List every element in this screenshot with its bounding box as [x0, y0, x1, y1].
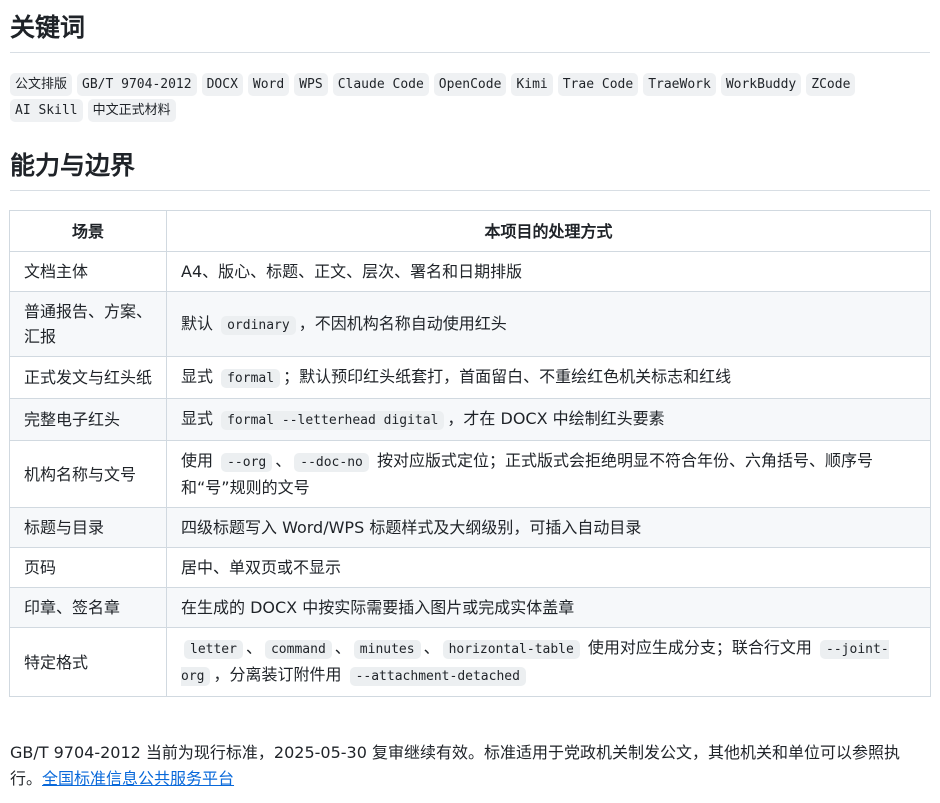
- inline-code: ordinary: [221, 315, 296, 335]
- inline-code: letter: [184, 640, 243, 659]
- scene-cell: 正式发文与红头纸: [9, 356, 167, 399]
- cell-text: 显式: [181, 409, 219, 428]
- keyword-tag: Kimi: [511, 73, 553, 96]
- table-row: 正式发文与红头纸 显式 formal ；默认预印红头纸套打，首面留白、不重绘红色机关…: [9, 356, 931, 399]
- header-handling: 本项目的处理方式: [166, 210, 931, 252]
- cell-text: 默认: [181, 313, 219, 333]
- footer-note: GB/T 9704-2012 当前为现行标准，2025-05-30 复审继续有效…: [10, 740, 930, 792]
- handling-cell: 显式 formal ；默认预印红头纸套打，首面留白、不重绘红色机关标志和红线: [166, 356, 931, 399]
- inline-code: horizontal-table: [442, 640, 580, 659]
- handling-cell: A4、版心、标题、正文、层次、署名和日期排版: [166, 251, 931, 292]
- keyword-tag: Word: [247, 73, 290, 96]
- keyword-tag: ZCode: [806, 73, 856, 96]
- header-scene: 场景: [9, 210, 167, 252]
- scene-cell: 完整电子红头: [9, 398, 167, 441]
- cell-text: 、: [275, 451, 292, 470]
- cell-text: 四级标题写入 Word/WPS 标题样式及大纲级别，可插入自动目录: [181, 518, 642, 537]
- table-body: 文档主体 A4、版心、标题、正文、层次、署名和日期排版 普通报告、方案、汇报 默认 o…: [9, 251, 931, 697]
- scene-cell: 特定格式: [9, 627, 167, 697]
- keyword-tag: 公文排版: [10, 73, 73, 96]
- table-row: 文档主体 A4、版心、标题、正文、层次、署名和日期排版: [9, 251, 931, 292]
- cell-text: ，分离装订附件用: [213, 665, 347, 684]
- cell-text: A4、版心、标题、正文、层次、署名和日期排版: [181, 262, 523, 281]
- handling-cell: 居中、单双页或不显示: [166, 547, 931, 588]
- keyword-tag: 中文正式材料: [87, 99, 176, 122]
- inline-code: formal: [221, 369, 281, 388]
- inline-code: formal --letterhead digital: [221, 411, 445, 430]
- handling-cell: 在生成的 DOCX 中按实际需要插入图片或完成实体盖章: [166, 587, 931, 628]
- cell-text: 、: [334, 638, 351, 657]
- table-row: 完整电子红头 显式 formal --letterhead digital ，才在 …: [9, 398, 931, 441]
- table-row: 机构名称与文号 使用 --org、 --doc-no 按对应版式定位；正式版式会拒绝…: [9, 440, 931, 508]
- scene-cell: 页码: [9, 547, 167, 588]
- cell-text: 使用对应生成分支；联合行文用: [582, 638, 818, 657]
- keyword-tag: DOCX: [201, 73, 243, 96]
- scene-cell: 标题与目录: [9, 507, 167, 548]
- keyword-tag: Trae Code: [557, 73, 639, 96]
- scene-cell: 普通报告、方案、汇报: [9, 291, 167, 357]
- cell-text: 居中、单双页或不显示: [181, 558, 342, 577]
- inline-code: --doc-no: [294, 453, 369, 472]
- cell-text: ，不因机构名称自动使用红头: [298, 313, 507, 333]
- handling-cell: 使用 --org、 --doc-no 按对应版式定位；正式版式会拒绝明显不符合年份…: [166, 440, 931, 508]
- cell-text: 、: [423, 638, 440, 657]
- inline-code: --attachment-detached: [349, 667, 526, 686]
- cell-text: 、: [245, 638, 262, 657]
- keyword-tag: WPS: [294, 73, 328, 96]
- table-row: 印章、签名章 在生成的 DOCX 中按实际需要插入图片或完成实体盖章: [9, 587, 931, 628]
- standard-platform-link[interactable]: 全国标准信息公共服务平台: [42, 769, 234, 788]
- cell-text: ；默认预印红头纸套打，首面留白、不重绘红色机关标志和红线: [283, 367, 732, 386]
- cell-text: 在生成的 DOCX 中按实际需要插入图片或完成实体盖章: [181, 598, 575, 617]
- scene-cell: 印章、签名章: [9, 587, 167, 628]
- keyword-tag: GB/T 9704-2012: [77, 73, 197, 96]
- keyword-tag: TraeWork: [643, 73, 716, 96]
- inline-code: minutes: [353, 640, 421, 659]
- keyword-tag: Claude Code: [332, 73, 429, 96]
- keyword-tag: AI Skill: [10, 99, 83, 122]
- table-header-row: 场景 本项目的处理方式: [9, 210, 931, 252]
- keyword-list: 公文排版 GB/T 9704-2012 DOCX Word WPS Claude Code…: [10, 73, 930, 122]
- cell-text: 使用: [181, 451, 219, 470]
- scene-cell: 文档主体: [9, 251, 167, 292]
- keyword-tag: OpenCode: [433, 73, 507, 96]
- keywords-heading: 关键词: [10, 12, 930, 53]
- handling-cell: letter、 command、 minutes、 horizontal-table …: [166, 627, 931, 697]
- cell-text: 显式: [181, 367, 219, 386]
- capability-heading: 能力与边界: [10, 150, 930, 191]
- handling-cell: 四级标题写入 Word/WPS 标题样式及大纲级别，可插入自动目录: [166, 507, 931, 548]
- handling-cell: 显式 formal --letterhead digital ，才在 DOCX 中…: [166, 398, 931, 441]
- table-row: 标题与目录 四级标题写入 Word/WPS 标题样式及大纲级别，可插入自动目录: [9, 507, 931, 548]
- table-row: 特定格式 letter、 command、 minutes、 horizontal-ta…: [9, 627, 931, 697]
- scene-cell: 机构名称与文号: [9, 440, 167, 508]
- table-row: 页码 居中、单双页或不显示: [9, 547, 931, 588]
- capability-table: 场景 本项目的处理方式 文档主体 A4、版心、标题、正文、层次、署名和日期排版 普通…: [9, 210, 931, 697]
- inline-code: command: [264, 640, 332, 659]
- cell-text: ，才在 DOCX 中绘制红头要素: [447, 409, 665, 428]
- inline-code: --org: [221, 453, 273, 472]
- keyword-tag: WorkBuddy: [720, 73, 802, 96]
- handling-cell: 默认 ordinary ，不因机构名称自动使用红头: [166, 291, 931, 357]
- table-row: 普通报告、方案、汇报 默认 ordinary ，不因机构名称自动使用红头: [9, 291, 931, 357]
